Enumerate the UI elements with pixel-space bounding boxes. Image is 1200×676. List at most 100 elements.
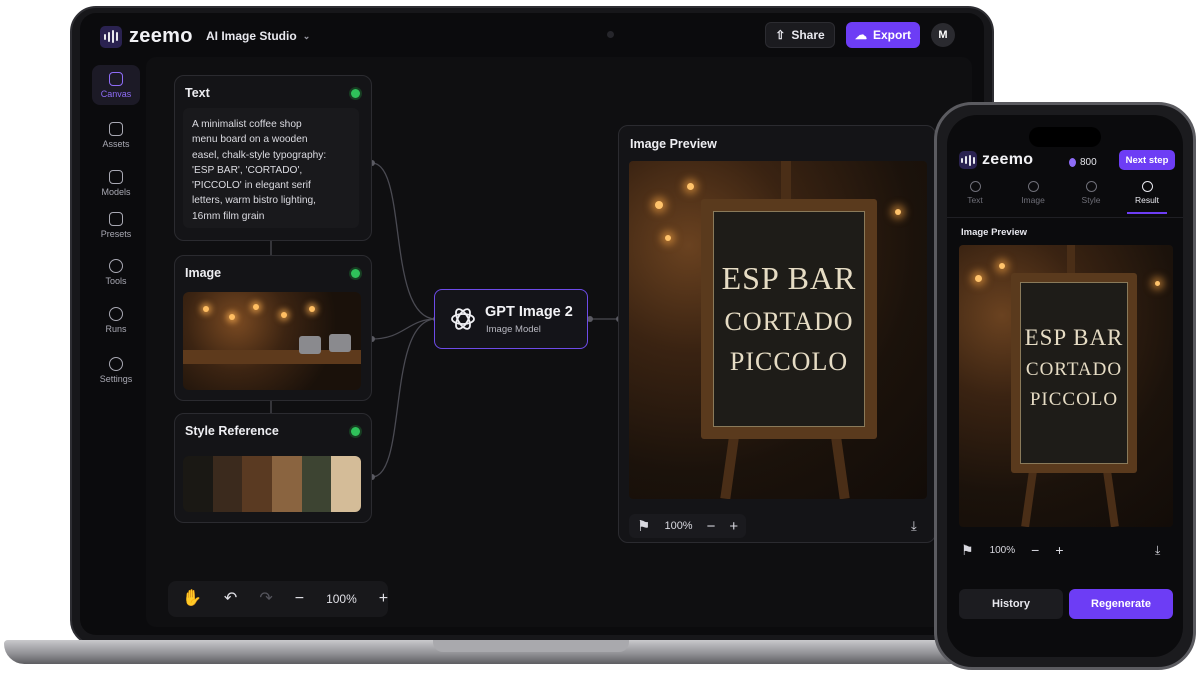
tab-result[interactable]: Result xyxy=(1119,181,1175,214)
prompt-textarea[interactable]: A minimalist coffee shop menu board on a… xyxy=(183,108,359,228)
reference-image[interactable] xyxy=(183,292,361,390)
credits-badge: 800 xyxy=(1069,153,1097,171)
share-button[interactable]: ⇧ Share xyxy=(765,22,835,48)
board-line: PICCOLO xyxy=(729,347,849,376)
color-swatch xyxy=(212,456,243,512)
assets-icon xyxy=(109,121,123,136)
sidebar-item-label: Tools xyxy=(105,275,127,286)
prompt-line: menu board on a wooden xyxy=(192,134,308,146)
board-line: ESP BAR xyxy=(721,260,857,296)
fit-icon[interactable]: ⚑ xyxy=(961,543,974,557)
prompt-line: letters, warm bistro lighting, xyxy=(192,195,316,207)
color-swatch xyxy=(272,456,302,512)
generated-image[interactable]: ESP BAR CORTADO PICCOLO xyxy=(629,161,927,499)
prompt-line: 'ESP BAR', 'CORTADO', xyxy=(192,164,303,176)
export-button[interactable]: ☁ Export xyxy=(846,22,920,48)
board-line: ESP BAR xyxy=(1024,325,1124,350)
prompt-line: 'PICCOLO' in elegant serif xyxy=(192,180,311,192)
zoom-out-button[interactable]: − xyxy=(1031,543,1039,557)
sidebar-item-assets[interactable]: Assets xyxy=(92,115,140,155)
tab-text[interactable]: Text xyxy=(947,181,1003,205)
image-preview-node[interactable]: Image Preview ESP BAR CORTADO PICCOLO ⚑ xyxy=(618,125,936,543)
fit-icon[interactable]: ⚑ xyxy=(637,519,650,534)
menu-board: ESP BAR CORTADO PICCOLO xyxy=(713,211,865,427)
sidebar-item-label: Assets xyxy=(102,138,130,149)
openai-icon xyxy=(451,308,475,330)
phone-zoom-controls: ⚑ 100% − + xyxy=(961,543,1064,557)
models-icon xyxy=(109,169,123,184)
node-canvas[interactable]: Text A minimalist coffee shop menu board… xyxy=(146,57,972,627)
zoom-in-button[interactable]: + xyxy=(729,519,738,534)
tab-label: Image xyxy=(1021,195,1045,205)
zoom-out-button[interactable]: − xyxy=(295,591,304,607)
sidebar-item-canvas[interactable]: Canvas xyxy=(92,65,140,105)
zoom-level: 100% xyxy=(664,520,693,532)
color-swatch xyxy=(242,456,273,512)
board-line: PICCOLO xyxy=(1029,389,1119,410)
phone-app-logo[interactable]: zeemo xyxy=(959,151,1033,169)
image-step-icon xyxy=(1027,181,1039,192)
style-reference-node[interactable]: Style Reference xyxy=(174,413,372,523)
logo-icon xyxy=(100,25,122,48)
model-name: GPT Image 2 xyxy=(485,304,573,320)
redo-icon[interactable]: ↷ xyxy=(259,591,272,607)
sidebar-item-tools[interactable]: Tools xyxy=(92,252,140,292)
menu-board: ESP BAR CORTADO PICCOLO xyxy=(1020,282,1128,464)
presets-icon xyxy=(109,211,123,226)
sidebar-item-presets[interactable]: Presets xyxy=(92,205,140,245)
share-label: Share xyxy=(791,28,825,42)
project-name-label: AI Image Studio xyxy=(206,29,297,43)
brand-name: zeemo xyxy=(129,25,193,47)
laptop-screen: zeemo AI Image Studio ⌄ ⇧ Share ☁ Export… xyxy=(80,13,984,635)
tab-image[interactable]: Image xyxy=(1005,181,1061,205)
sidebar-item-label: Presets xyxy=(100,228,132,239)
chevron-down-icon: ⌄ xyxy=(302,30,311,41)
download-icon[interactable]: ⤓ xyxy=(1155,543,1160,558)
zoom-out-button[interactable]: − xyxy=(707,519,716,534)
sidebar-item-models[interactable]: Models xyxy=(92,163,140,203)
history-button[interactable]: History xyxy=(959,589,1063,619)
zoom-in-button[interactable]: + xyxy=(1055,543,1063,557)
download-icon[interactable]: ⤓ xyxy=(911,518,917,534)
text-step-icon xyxy=(969,181,981,192)
undo-icon[interactable]: ↶ xyxy=(224,591,237,607)
color-swatches xyxy=(183,456,361,512)
regenerate-button[interactable]: Regenerate xyxy=(1069,589,1173,619)
node-title: Style Reference xyxy=(185,424,279,438)
zoom-level: 100% xyxy=(989,544,1016,556)
dynamic-island xyxy=(1029,127,1101,147)
credits-icon xyxy=(1069,157,1076,167)
preview-zoom-controls: ⚑ 100% − + xyxy=(629,514,747,538)
color-swatch xyxy=(183,456,213,512)
canvas-zoom-level: 100% xyxy=(326,592,357,606)
phone-generated-image[interactable]: ESP BAR CORTADO PICCOLO xyxy=(959,245,1173,527)
divider xyxy=(947,217,1183,218)
model-node[interactable]: GPT Image 2 Image Model xyxy=(434,289,588,349)
canvas-icon xyxy=(109,71,123,86)
canvas-toolbar: ✋ ↶ ↷ − 100% + xyxy=(168,581,388,617)
settings-icon xyxy=(109,356,123,371)
hand-tool-icon[interactable]: ✋ xyxy=(182,591,202,607)
board-line: CORTADO xyxy=(724,307,854,336)
brand-name: zeemo xyxy=(982,151,1034,168)
runs-icon xyxy=(109,306,123,321)
app-logo[interactable]: zeemo xyxy=(100,25,193,48)
phone-screen: zeemo 800 Next step Text Image Style Res… xyxy=(947,115,1183,657)
share-icon: ⇧ xyxy=(775,28,786,42)
text-node[interactable]: Text A minimalist coffee shop menu board… xyxy=(174,75,372,241)
phone-preview-title: Image Preview xyxy=(961,227,1028,238)
preview-title: Image Preview xyxy=(630,137,717,151)
user-avatar[interactable]: M xyxy=(931,23,955,47)
export-icon: ☁ xyxy=(854,28,867,42)
sidebar-item-label: Canvas xyxy=(100,88,132,99)
zoom-pill: ⚑ 100% − + xyxy=(629,514,747,538)
board-line: CORTADO xyxy=(1025,359,1123,380)
project-selector[interactable]: AI Image Studio ⌄ xyxy=(206,29,310,43)
tab-style[interactable]: Style xyxy=(1063,181,1119,205)
zoom-in-button[interactable]: + xyxy=(379,591,388,607)
next-step-button[interactable]: Next step xyxy=(1119,150,1175,170)
sidebar-item-label: Settings xyxy=(99,373,133,384)
image-node[interactable]: Image xyxy=(174,255,372,401)
sidebar-item-runs[interactable]: Runs xyxy=(92,300,140,340)
sidebar-item-settings[interactable]: Settings xyxy=(92,350,140,390)
